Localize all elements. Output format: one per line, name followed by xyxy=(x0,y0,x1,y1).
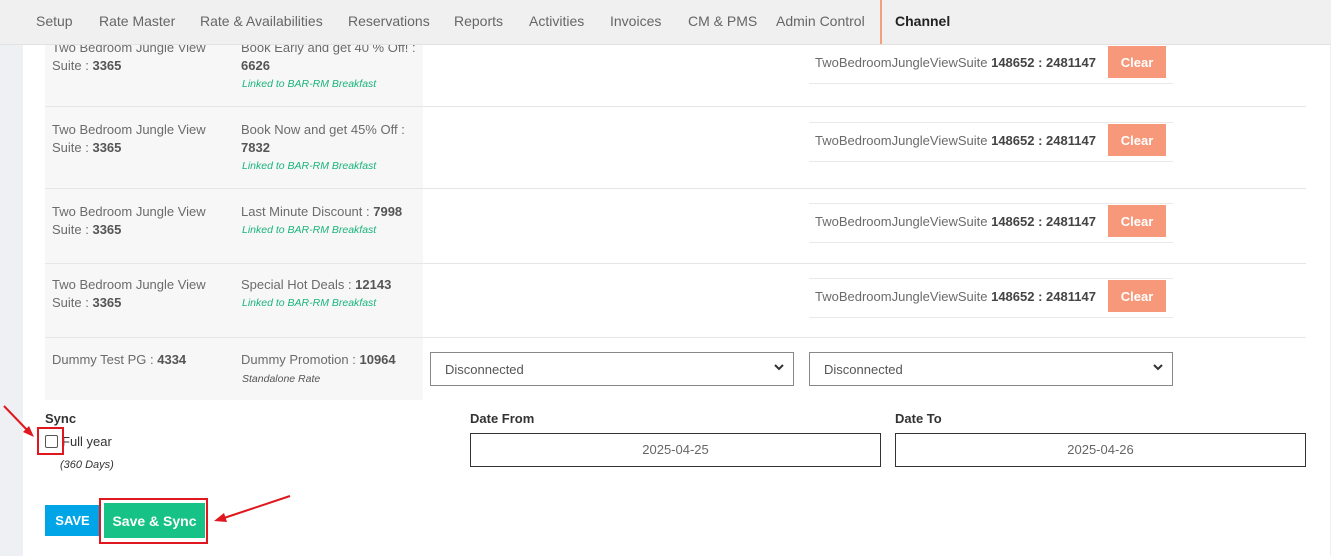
mapped-room-text: TwoBedroomJungleViewSuite 148652 : 24811… xyxy=(815,133,1096,148)
mapped-room-name: TwoBedroomJungleViewSuite xyxy=(815,214,992,229)
mapping-row: Two Bedroom Jungle View Suite : 3365 Spe… xyxy=(45,264,1306,338)
nav-rate-availabilities[interactable]: Rate & Availabilities xyxy=(200,13,323,29)
mapped-ids: 148652 : 2481147 xyxy=(991,133,1096,148)
promo-label: Dummy Promotion : 10964 xyxy=(241,351,421,369)
mapped-room-name: TwoBedroomJungleViewSuite xyxy=(815,289,992,304)
nav-admin-control[interactable]: Admin Control xyxy=(776,13,865,29)
promo-label: Special Hot Deals : 12143 xyxy=(241,276,421,294)
clear-button[interactable]: Clear xyxy=(1108,46,1166,78)
nav-channel[interactable]: Channel xyxy=(895,13,950,29)
standalone-rate-note: Standalone Rate xyxy=(242,373,321,385)
mapped-ids: 148652 : 2481147 xyxy=(991,55,1096,70)
room-code: 3365 xyxy=(92,140,122,155)
room-mapping-select[interactable]: Disconnected xyxy=(430,352,794,386)
room-code: 3365 xyxy=(92,295,122,310)
top-nav: Setup Rate Master Rate & Availabilities … xyxy=(0,0,1331,45)
rate-mapping-select-value: Disconnected xyxy=(824,362,903,377)
chevron-down-icon xyxy=(774,364,784,371)
nav-reports[interactable]: Reports xyxy=(454,13,503,29)
room-name: Two Bedroom Jungle View Suite : xyxy=(52,122,206,155)
linked-rate-note: Linked to BAR-RM Breakfast xyxy=(242,224,377,236)
mapped-room-text: TwoBedroomJungleViewSuite 148652 : 24811… xyxy=(815,214,1096,229)
room-label: Dummy Test PG : 4334 xyxy=(52,351,227,369)
mapping-row-dummy: Dummy Test PG : 4334 Dummy Promotion : 1… xyxy=(45,338,1306,400)
mapped-room-text: TwoBedroomJungleViewSuite 148652 : 24811… xyxy=(815,55,1096,70)
nav-activities[interactable]: Activities xyxy=(529,13,584,29)
clear-button[interactable]: Clear xyxy=(1108,280,1166,312)
promo-name: Last Minute Discount : xyxy=(241,204,374,219)
nav-rate-master[interactable]: Rate Master xyxy=(99,13,175,29)
promo-name: Special Hot Deals : xyxy=(241,277,356,292)
mapped-room-text: TwoBedroomJungleViewSuite 148652 : 24811… xyxy=(815,289,1096,304)
mapped-room-name: TwoBedroomJungleViewSuite xyxy=(815,133,992,148)
row-left-background xyxy=(45,338,423,400)
date-from-label: Date From xyxy=(470,411,535,426)
promo-label: Last Minute Discount : 7998 xyxy=(241,203,421,221)
room-code: 4334 xyxy=(157,352,187,367)
channel-mapping: TwoBedroomJungleViewSuite 148652 : 24811… xyxy=(809,278,1173,318)
save-button[interactable]: SAVE xyxy=(45,505,100,536)
channel-mapping: TwoBedroomJungleViewSuite 148652 : 24811… xyxy=(809,203,1173,243)
mapped-ids: 148652 : 2481147 xyxy=(991,289,1096,304)
room-label: Two Bedroom Jungle View Suite : 3365 xyxy=(52,203,227,239)
rate-mapping-select[interactable]: Disconnected xyxy=(809,352,1173,386)
clear-button[interactable]: Clear xyxy=(1108,205,1166,237)
promo-code: 7832 xyxy=(241,140,270,155)
clear-button[interactable]: Clear xyxy=(1108,124,1166,156)
promo-code: 6626 xyxy=(241,58,270,73)
full-year-label[interactable]: Full year xyxy=(62,434,112,449)
date-to-label: Date To xyxy=(895,411,942,426)
date-to-input[interactable]: 2025-04-26 xyxy=(895,433,1306,467)
room-label: Two Bedroom Jungle View Suite : 3365 xyxy=(52,276,227,312)
room-code: 3365 xyxy=(92,222,122,237)
promo-code: 7998 xyxy=(373,204,403,219)
mapped-ids: 148652 : 2481147 xyxy=(991,214,1096,229)
room-name: Two Bedroom Jungle View Suite : xyxy=(52,204,206,237)
nav-cm-pms[interactable]: CM & PMS xyxy=(688,13,757,29)
channel-mapping: TwoBedroomJungleViewSuite 148652 : 24811… xyxy=(809,122,1173,162)
sync-label: Sync xyxy=(45,411,77,426)
date-from-input[interactable]: 2025-04-25 xyxy=(470,433,881,467)
channel-mapping: TwoBedroomJungleViewSuite 148652 : 24811… xyxy=(809,44,1173,84)
days-note: (360 Days) xyxy=(60,459,114,471)
room-name: Two Bedroom Jungle View Suite : xyxy=(52,277,206,310)
save-sync-highlight-box xyxy=(99,498,208,544)
promo-code: 12143 xyxy=(355,277,392,292)
linked-rate-note: Linked to BAR-RM Breakfast xyxy=(242,160,377,172)
mapped-room-name: TwoBedroomJungleViewSuite xyxy=(815,55,992,70)
room-name: Dummy Test PG : xyxy=(52,352,158,367)
linked-rate-note: Linked to BAR-RM Breakfast xyxy=(242,297,377,309)
nav-active-divider xyxy=(880,0,882,44)
room-mapping-select-value: Disconnected xyxy=(445,362,524,377)
room-code: 3365 xyxy=(92,58,122,73)
promo-code: 10964 xyxy=(359,352,396,367)
mapping-row: Two Bedroom Jungle View Suite : 3365 Boo… xyxy=(45,107,1306,189)
promo-name: Book Now and get 45% Off : xyxy=(241,122,405,137)
chevron-down-icon xyxy=(1153,364,1163,371)
nav-setup[interactable]: Setup xyxy=(36,13,73,29)
nav-reservations[interactable]: Reservations xyxy=(348,13,430,29)
room-label: Two Bedroom Jungle View Suite : 3365 xyxy=(52,121,227,157)
mapping-row: Two Bedroom Jungle View Suite : 3365 Las… xyxy=(45,189,1306,264)
promo-name: Dummy Promotion : xyxy=(241,352,360,367)
linked-rate-note: Linked to BAR-RM Breakfast xyxy=(242,78,377,90)
checkbox-highlight-box xyxy=(37,427,64,455)
promo-label: Book Now and get 45% Off : 7832 xyxy=(241,121,421,157)
nav-invoices[interactable]: Invoices xyxy=(610,13,661,29)
